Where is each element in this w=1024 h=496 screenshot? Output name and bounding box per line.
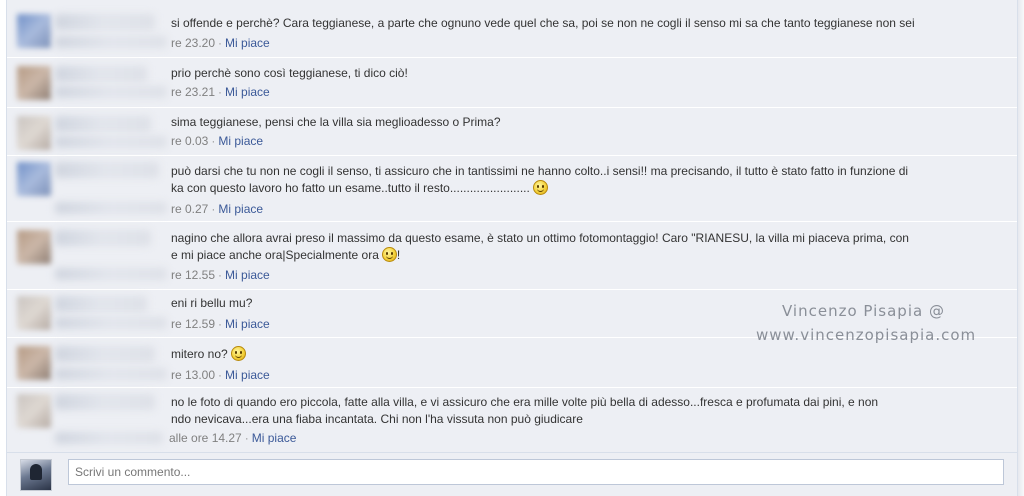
comment-item: no le foto di quando ero piccola, fatte … bbox=[7, 388, 1017, 452]
separator-dot: · bbox=[218, 268, 223, 282]
avatar[interactable] bbox=[17, 162, 51, 196]
avatar[interactable] bbox=[17, 296, 51, 330]
smiley-emoticon-icon bbox=[381, 247, 397, 262]
author-name-blurred[interactable] bbox=[55, 66, 147, 82]
reply-box bbox=[7, 452, 1017, 496]
like-link[interactable]: Mi piace bbox=[225, 36, 270, 50]
comment-item: nagino che allora avrai preso il massimo… bbox=[7, 222, 1017, 290]
separator-dot: · bbox=[244, 431, 249, 445]
date-blurred bbox=[55, 36, 167, 48]
like-link[interactable]: Mi piace bbox=[252, 431, 297, 445]
comment-feed: si offende e perchè? Cara teggianese, a … bbox=[6, 0, 1018, 496]
comment-item: può darsi che tu non ne cogli il senso, … bbox=[7, 156, 1017, 222]
comment-item: mitero no? re 13.00 · Mi piace bbox=[7, 338, 1017, 388]
watermark-line-1: Vincenzo Pisapia @ bbox=[782, 302, 945, 320]
avatar[interactable] bbox=[17, 116, 51, 150]
like-link[interactable]: Mi piace bbox=[225, 268, 270, 282]
smiley-emoticon-icon bbox=[532, 180, 548, 195]
separator-dot: · bbox=[218, 85, 223, 99]
avatar[interactable] bbox=[17, 14, 51, 48]
author-name-blurred[interactable] bbox=[55, 346, 155, 362]
comment-time: re 13.00 bbox=[171, 368, 216, 382]
date-blurred bbox=[55, 368, 167, 380]
separator-dot: · bbox=[211, 134, 216, 148]
comment-time: re 12.59 bbox=[171, 317, 216, 331]
separator-dot: · bbox=[211, 202, 216, 216]
comment-item: sima teggianese, pensi che la villa sia … bbox=[7, 108, 1017, 156]
author-name-blurred[interactable] bbox=[55, 14, 155, 30]
comment-text: prio perchè sono così teggianese, ti dic… bbox=[171, 66, 408, 80]
date-blurred bbox=[55, 202, 167, 214]
date-blurred bbox=[55, 268, 167, 280]
date-blurred bbox=[55, 432, 163, 444]
author-name-blurred[interactable] bbox=[55, 230, 151, 246]
avatar[interactable] bbox=[17, 66, 51, 100]
like-link[interactable]: Mi piace bbox=[225, 368, 270, 382]
author-name-blurred[interactable] bbox=[55, 116, 151, 132]
comment-time: alle ore 14.27 bbox=[169, 431, 242, 445]
comment-meta: re 12.59 · Mi piace bbox=[171, 317, 270, 331]
comment-text: mitero no? bbox=[171, 346, 991, 363]
comment-meta: re 0.03 · Mi piace bbox=[171, 134, 263, 148]
comment-meta: alle ore 14.27 · Mi piace bbox=[169, 431, 296, 445]
comment-text: nagino che allora avrai preso il massimo… bbox=[171, 231, 909, 262]
like-link[interactable]: Mi piace bbox=[225, 317, 270, 331]
like-link[interactable]: Mi piace bbox=[218, 134, 263, 148]
author-name-blurred[interactable] bbox=[55, 394, 155, 410]
comment-meta: re 23.20 · Mi piace bbox=[171, 36, 270, 50]
comment-text: no le foto di quando ero piccola, fatte … bbox=[171, 395, 879, 426]
date-blurred bbox=[55, 86, 167, 98]
date-blurred bbox=[55, 136, 167, 148]
avatar[interactable] bbox=[17, 394, 51, 428]
comment-time: re 0.27 bbox=[171, 202, 209, 216]
date-blurred bbox=[55, 317, 167, 329]
comment-input[interactable] bbox=[68, 459, 1004, 485]
avatar[interactable] bbox=[17, 230, 51, 264]
comment-item: prio perchè sono così teggianese, ti dic… bbox=[7, 58, 1017, 108]
comment-item: si offende e perchè? Cara teggianese, a … bbox=[7, 0, 1017, 58]
watermark-line-2: www.vincenzopisapia.com bbox=[756, 326, 977, 344]
comment-text: può darsi che tu non ne cogli il senso, … bbox=[171, 164, 909, 195]
comment-meta: re 23.21 · Mi piace bbox=[171, 85, 270, 99]
avatar[interactable] bbox=[17, 346, 51, 380]
separator-dot: · bbox=[218, 317, 223, 331]
page-edge bbox=[1018, 0, 1024, 496]
separator-dot: · bbox=[218, 36, 223, 50]
comment-text: si offende e perchè? Cara teggianese, a … bbox=[171, 16, 915, 30]
author-name-blurred[interactable] bbox=[55, 162, 159, 178]
comment-meta: re 13.00 · Mi piace bbox=[171, 368, 270, 382]
comment-time: re 12.55 bbox=[171, 268, 216, 282]
comment-meta: re 0.27 · Mi piace bbox=[171, 202, 263, 216]
comment-meta: re 12.55 · Mi piace bbox=[171, 268, 270, 282]
current-user-avatar[interactable] bbox=[20, 459, 52, 491]
comment-time: re 23.21 bbox=[171, 85, 216, 99]
author-name-blurred[interactable] bbox=[55, 296, 147, 312]
comment-text: sima teggianese, pensi che la villa sia … bbox=[171, 115, 501, 129]
like-link[interactable]: Mi piace bbox=[225, 85, 270, 99]
comment-time: re 23.20 bbox=[171, 36, 216, 50]
comment-time: re 0.03 bbox=[171, 134, 209, 148]
separator-dot: · bbox=[218, 368, 223, 382]
like-link[interactable]: Mi piace bbox=[218, 202, 263, 216]
smiley-emoticon-icon bbox=[230, 346, 246, 361]
